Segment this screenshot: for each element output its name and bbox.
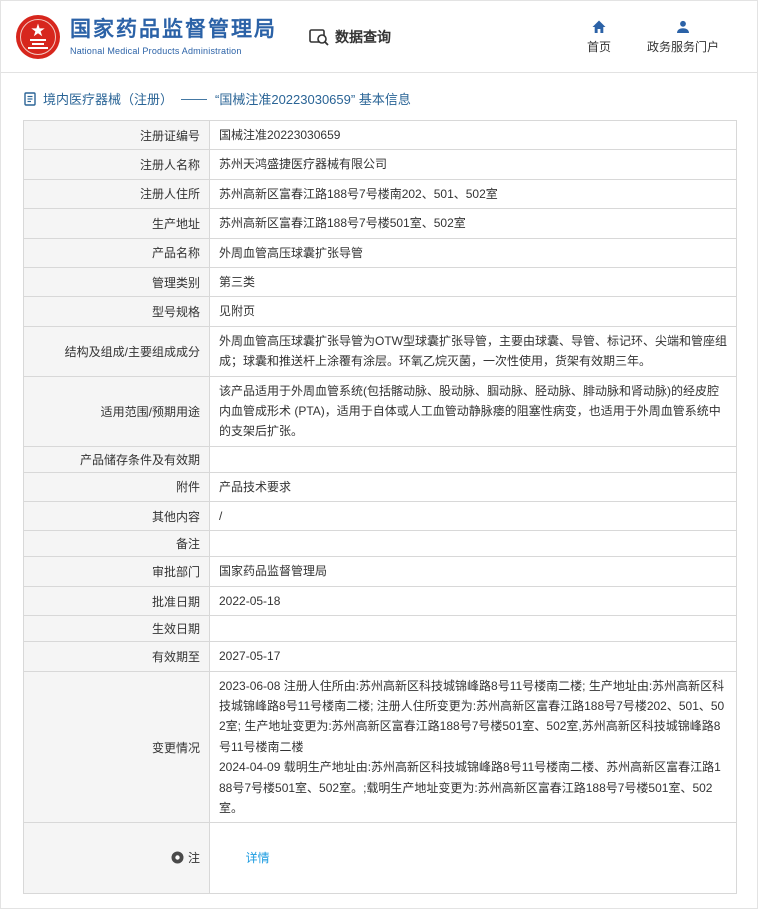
nav-portal-label: 政务服务门户: [647, 38, 719, 55]
field-value: 2027-05-17: [210, 642, 737, 671]
data-query-label: 数据查询: [335, 27, 391, 47]
field-value: 国械注准20223030659: [210, 121, 737, 150]
note-icon: [171, 851, 184, 864]
field-label: 结构及组成/主要组成成分: [24, 326, 210, 376]
national-emblem-icon: [15, 14, 61, 60]
table-row: 有效期至 2027-05-17: [24, 642, 737, 671]
table-row: 注册人住所 苏州高新区富春江路188号7号楼南202、501、502室: [24, 179, 737, 208]
field-value: 2023-06-08 注册人住所由:苏州高新区科技城锦峰路8号11号楼南二楼; …: [210, 671, 737, 823]
breadcrumb: 境内医疗器械（注册） —— “国械注准20223030659” 基本信息: [1, 73, 757, 118]
table-row: 变更情况 2023-06-08 注册人住所由:苏州高新区科技城锦峰路8号11号楼…: [24, 671, 737, 823]
field-label: 注册证编号: [24, 121, 210, 150]
table-row: 其他内容 /: [24, 502, 737, 531]
table-row: 附件 产品技术要求: [24, 472, 737, 501]
field-value: [210, 446, 737, 472]
site-title-en: National Medical Products Administration: [70, 46, 277, 56]
header-nav: 首页 政务服务门户: [587, 19, 743, 55]
breadcrumb-separator: ——: [181, 91, 207, 106]
details-link[interactable]: 详情: [246, 851, 270, 865]
field-value: [210, 531, 737, 557]
table-row: 型号规格 见附页: [24, 297, 737, 326]
site-title: 国家药品监督管理局: [70, 17, 277, 42]
field-label: 其他内容: [24, 502, 210, 531]
field-label: 生产地址: [24, 209, 210, 238]
field-label: 生效日期: [24, 616, 210, 642]
field-value: 产品技术要求: [210, 472, 737, 501]
table-row: 注 详情: [24, 823, 737, 893]
field-label: 审批部门: [24, 557, 210, 586]
data-query-link[interactable]: 数据查询: [309, 27, 391, 47]
field-label: 注: [24, 823, 210, 893]
field-label: 管理类别: [24, 267, 210, 296]
document-icon: [23, 92, 37, 106]
table-row: 生效日期: [24, 616, 737, 642]
field-label: 注册人名称: [24, 150, 210, 179]
field-value: /: [210, 502, 737, 531]
field-label: 变更情况: [24, 671, 210, 823]
table-row: 批准日期 2022-05-18: [24, 586, 737, 615]
field-value: 2022-05-18: [210, 586, 737, 615]
breadcrumb-section[interactable]: 境内医疗器械（注册）: [43, 89, 173, 108]
table-row: 备注: [24, 531, 737, 557]
field-label: 有效期至: [24, 642, 210, 671]
data-query-icon: [309, 28, 329, 46]
field-value: 第三类: [210, 267, 737, 296]
field-value: 苏州天鸿盛捷医疗器械有限公司: [210, 150, 737, 179]
table-row: 结构及组成/主要组成成分 外周血管高压球囊扩张导管为OTW型球囊扩张导管，主要由…: [24, 326, 737, 376]
field-label: 型号规格: [24, 297, 210, 326]
table-row: 注册人名称 苏州天鸿盛捷医疗器械有限公司: [24, 150, 737, 179]
user-icon: [675, 19, 691, 35]
table-row: 生产地址 苏州高新区富春江路188号7号楼501室、502室: [24, 209, 737, 238]
field-label: 产品名称: [24, 238, 210, 267]
field-value: 外周血管高压球囊扩张导管为OTW型球囊扩张导管，主要由球囊、导管、标记环、尖端和…: [210, 326, 737, 376]
field-value: 该产品适用于外周血管系统(包括髂动脉、股动脉、腘动脉、胫动脉、腓动脉和肾动脉)的…: [210, 376, 737, 446]
registration-info-table: 注册证编号 国械注准20223030659 注册人名称 苏州天鸿盛捷医疗器械有限…: [23, 120, 737, 894]
field-value: 见附页: [210, 297, 737, 326]
field-label: 批准日期: [24, 586, 210, 615]
nav-home-label: 首页: [587, 38, 611, 55]
site-header: 国家药品监督管理局 National Medical Products Admi…: [1, 1, 757, 73]
field-value: 国家药品监督管理局: [210, 557, 737, 586]
field-value: 详情: [210, 823, 737, 893]
field-value: [210, 616, 737, 642]
table-row: 适用范围/预期用途 该产品适用于外周血管系统(包括髂动脉、股动脉、腘动脉、胫动脉…: [24, 376, 737, 446]
table-row: 注册证编号 国械注准20223030659: [24, 121, 737, 150]
field-value: 苏州高新区富春江路188号7号楼501室、502室: [210, 209, 737, 238]
home-icon: [591, 19, 607, 35]
field-value: 外周血管高压球囊扩张导管: [210, 238, 737, 267]
field-label: 注册人住所: [24, 179, 210, 208]
nav-home[interactable]: 首页: [587, 19, 611, 55]
table-row: 管理类别 第三类: [24, 267, 737, 296]
field-label: 备注: [24, 531, 210, 557]
field-value: 苏州高新区富春江路188号7号楼南202、501、502室: [210, 179, 737, 208]
note-label: 注: [188, 849, 200, 866]
table-row: 审批部门 国家药品监督管理局: [24, 557, 737, 586]
table-row: 产品储存条件及有效期: [24, 446, 737, 472]
field-label: 附件: [24, 472, 210, 501]
page-title: “国械注准20223030659” 基本信息: [215, 89, 411, 108]
field-label: 产品储存条件及有效期: [24, 446, 210, 472]
nav-portal[interactable]: 政务服务门户: [647, 19, 719, 55]
field-label: 适用范围/预期用途: [24, 376, 210, 446]
nmpa-logo[interactable]: 国家药品监督管理局 National Medical Products Admi…: [15, 14, 277, 60]
table-row: 产品名称 外周血管高压球囊扩张导管: [24, 238, 737, 267]
